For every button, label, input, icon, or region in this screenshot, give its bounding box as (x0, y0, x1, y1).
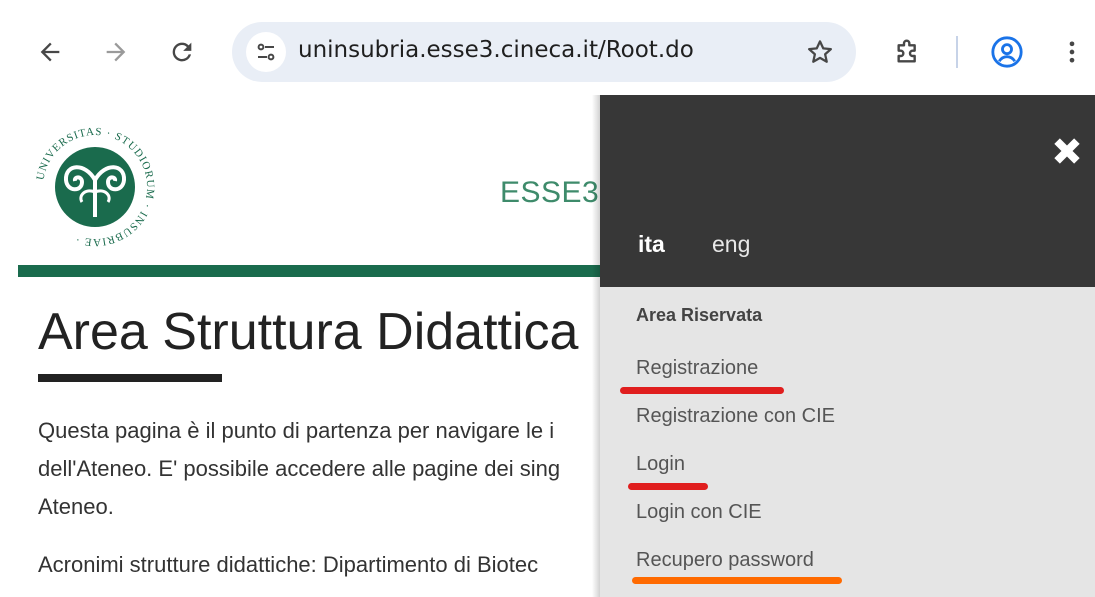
menu-item-login[interactable]: Login (636, 453, 685, 476)
highlight-underline (620, 387, 784, 394)
language-eng[interactable]: eng (712, 231, 750, 258)
account-circle-icon (991, 36, 1023, 68)
highlight-underline (628, 483, 708, 490)
side-menu: ita eng Area Riservata Registrazione Reg… (592, 95, 1095, 597)
acronyms-paragraph: Acronimi strutture didattiche: Dipartime… (38, 552, 539, 577)
menu-item-recupero-password[interactable]: Recupero password (636, 549, 814, 572)
intro-line: Ateneo. (38, 494, 114, 519)
menu-item-registrazione[interactable]: Registrazione (636, 357, 758, 380)
toolbar-divider (956, 36, 958, 68)
menu-item-registrazione-cie[interactable]: Registrazione con CIE (636, 405, 835, 428)
reload-icon (172, 42, 192, 62)
profile-button[interactable] (985, 30, 1029, 74)
university-logo[interactable]: UNIVERSITAS · STUDIORUM · INSUBRIAE · (30, 122, 160, 252)
menu-shadow (592, 95, 600, 597)
university-seal-icon: UNIVERSITAS · STUDIORUM · INSUBRIAE · (34, 126, 155, 248)
address-bar[interactable]: uninsubria.esse3.cineca.it/Root.do (232, 22, 856, 82)
forward-arrow-icon (106, 42, 126, 62)
app-title[interactable]: ESSE3 (500, 176, 599, 210)
title-underline (38, 374, 222, 382)
close-menu-button[interactable] (1045, 129, 1089, 173)
menu-body: Area Riservata Registrazione Registrazio… (600, 287, 1095, 597)
site-settings-button[interactable] (246, 32, 286, 72)
section-title-area-riservata: Area Riservata (636, 305, 763, 325)
star-icon (808, 40, 832, 63)
menu-header: ita eng (600, 95, 1095, 287)
header-divider (18, 265, 618, 277)
intro-paragraph: Questa pagina è il punto di partenza per… (38, 412, 618, 526)
intro-line: dell'Ateneo. E' possibile accedere alle … (38, 456, 561, 481)
intro-line: Questa pagina è il punto di partenza per… (38, 418, 555, 443)
extensions-button[interactable] (886, 30, 930, 74)
puzzle-icon (897, 39, 916, 63)
forward-button[interactable] (94, 30, 138, 74)
reload-button[interactable] (160, 30, 204, 74)
highlight-underline (632, 577, 842, 584)
back-arrow-icon (40, 42, 60, 62)
browser-toolbar: uninsubria.esse3.cineca.it/Root.do (0, 0, 1095, 92)
bookmark-button[interactable] (802, 34, 838, 70)
close-icon (1054, 138, 1080, 164)
page-title: Area Struttura Didattica (38, 303, 579, 361)
tune-icon (257, 43, 275, 61)
menu-item-login-cie[interactable]: Login con CIE (636, 501, 762, 524)
url-text[interactable]: uninsubria.esse3.cineca.it/Root.do (298, 37, 694, 63)
back-button[interactable] (28, 30, 72, 74)
browser-menu-button[interactable] (1050, 30, 1094, 74)
language-ita[interactable]: ita (638, 231, 665, 258)
kebab-menu-icon (1069, 41, 1075, 63)
